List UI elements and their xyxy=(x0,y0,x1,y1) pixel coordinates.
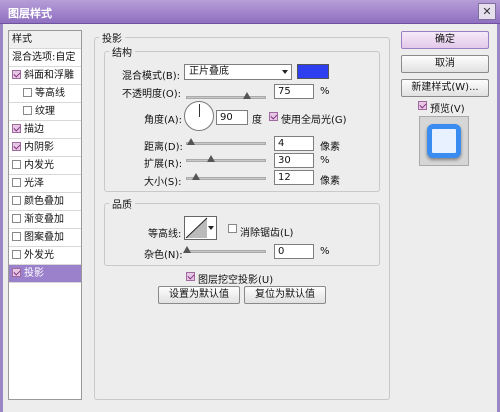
gradient-overlay-checkbox[interactable] xyxy=(12,214,21,223)
distance-label: 距离(D): xyxy=(144,142,183,153)
pattern-overlay-checkbox[interactable] xyxy=(12,232,21,241)
angle-label: 角度(A): xyxy=(144,115,183,126)
chevron-down-icon xyxy=(208,226,214,230)
color-overlay-checkbox[interactable] xyxy=(12,196,21,205)
cancel-button[interactable]: 取消 xyxy=(401,55,489,73)
opacity-slider[interactable] xyxy=(186,92,266,99)
satin-checkbox[interactable] xyxy=(12,178,21,187)
opacity-slider-thumb[interactable] xyxy=(243,92,251,99)
sidebar-item-texture[interactable]: 纹理 xyxy=(9,103,81,121)
spread-slider[interactable] xyxy=(186,155,266,162)
sidebar-item-pattern-overlay[interactable]: 图案叠加 xyxy=(9,229,81,247)
sidebar-item-label: 颜色叠加 xyxy=(24,196,64,207)
contour-label: 等高线: xyxy=(148,229,182,240)
inner-shadow-checkbox[interactable] xyxy=(12,142,21,151)
angle-dial-needle xyxy=(199,104,200,117)
stroke-checkbox[interactable] xyxy=(12,124,21,133)
sidebar-item-label: 描边 xyxy=(24,124,44,135)
sidebar-item-label: 渐变叠加 xyxy=(24,214,64,225)
contour-curve-icon xyxy=(185,217,208,239)
sidebar-item-drop-shadow[interactable]: 投影 xyxy=(9,265,81,283)
sidebar-item-label: 图案叠加 xyxy=(24,232,64,243)
size-slider-thumb[interactable] xyxy=(192,173,200,180)
sidebar-item-label: 斜面和浮雕 xyxy=(24,70,74,81)
sidebar-item-label: 等高线 xyxy=(35,88,65,99)
spread-input[interactable]: 30 xyxy=(274,153,314,168)
preview-checkbox[interactable] xyxy=(418,101,427,110)
blend-mode-value: 正片叠底 xyxy=(189,66,229,77)
angle-dial[interactable] xyxy=(184,101,214,131)
noise-slider[interactable] xyxy=(183,246,266,253)
opacity-unit: % xyxy=(320,86,330,97)
size-slider[interactable] xyxy=(186,173,266,180)
sidebar-item-label: 纹理 xyxy=(35,106,55,117)
angle-input[interactable]: 90 xyxy=(216,110,248,125)
noise-slider-thumb[interactable] xyxy=(183,246,191,253)
preview-swatch xyxy=(427,124,461,158)
sidebar-item-bevel[interactable]: 斜面和浮雕 xyxy=(9,67,81,85)
texture-checkbox[interactable] xyxy=(23,106,32,115)
sidebar-item-satin[interactable]: 光泽 xyxy=(9,175,81,193)
spread-slider-thumb[interactable] xyxy=(207,155,215,162)
sidebar-item-label: 内阴影 xyxy=(24,142,54,153)
global-light-checkbox[interactable] xyxy=(269,112,278,121)
distance-input[interactable]: 4 xyxy=(274,136,314,151)
distance-unit: 像素 xyxy=(320,142,340,153)
drop-shadow-title: 投影 xyxy=(102,34,122,45)
sidebar-item-outer-glow[interactable]: 外发光 xyxy=(9,247,81,265)
contour-picker[interactable] xyxy=(184,216,217,240)
ok-button[interactable]: 确定 xyxy=(401,31,489,49)
title-bar: 图层样式 ✕ xyxy=(0,0,500,24)
distance-slider-thumb[interactable] xyxy=(187,138,195,145)
outer-glow-checkbox[interactable] xyxy=(12,250,21,259)
global-light-label: 使用全局光(G) xyxy=(281,115,347,126)
knockout-checkbox[interactable] xyxy=(186,272,195,281)
styles-sidebar: 样式 混合选项:自定 斜面和浮雕 等高线 纹理 描边 内阴影 内发光 光泽 颜色… xyxy=(8,30,82,400)
noise-input[interactable]: 0 xyxy=(274,244,314,259)
distance-slider[interactable] xyxy=(186,138,266,145)
style-preview xyxy=(419,116,469,166)
sidebar-item-label: 光泽 xyxy=(24,178,44,189)
window-title: 图层样式 xyxy=(8,7,52,20)
chevron-down-icon xyxy=(282,70,288,74)
blend-mode-select[interactable]: 正片叠底 xyxy=(184,64,292,80)
sidebar-item-label: 投影 xyxy=(24,268,44,279)
sidebar-item-inner-shadow[interactable]: 内阴影 xyxy=(9,139,81,157)
drop-shadow-checkbox[interactable] xyxy=(12,268,21,277)
antialias-checkbox[interactable] xyxy=(228,224,237,233)
size-label: 大小(S): xyxy=(144,177,182,188)
new-style-button[interactable]: 新建样式(W)... xyxy=(401,79,489,97)
contour-checkbox[interactable] xyxy=(23,88,32,97)
sidebar-item-contour[interactable]: 等高线 xyxy=(9,85,81,103)
spread-unit: % xyxy=(320,155,330,166)
sidebar-item-blend-options[interactable]: 混合选项:自定 xyxy=(9,49,81,67)
structure-title: 结构 xyxy=(112,48,132,59)
opacity-label: 不透明度(O): xyxy=(122,89,182,100)
preview-label: 预览(V) xyxy=(430,104,465,115)
sidebar-item-gradient-overlay[interactable]: 渐变叠加 xyxy=(9,211,81,229)
make-default-button[interactable]: 设置为默认值 xyxy=(158,286,240,304)
spread-label: 扩展(R): xyxy=(144,159,183,170)
size-input[interactable]: 12 xyxy=(274,170,314,185)
blend-color-swatch[interactable] xyxy=(297,64,329,79)
sidebar-item-color-overlay[interactable]: 颜色叠加 xyxy=(9,193,81,211)
blend-mode-label: 混合模式(B): xyxy=(122,71,181,82)
sidebar-item-stroke[interactable]: 描边 xyxy=(9,121,81,139)
knockout-label: 图层挖空投影(U) xyxy=(198,275,274,286)
noise-unit: % xyxy=(320,246,330,257)
opacity-input[interactable]: 75 xyxy=(274,84,314,99)
bevel-checkbox[interactable] xyxy=(12,70,21,79)
noise-label: 杂色(N): xyxy=(144,250,183,261)
sidebar-item-inner-glow[interactable]: 内发光 xyxy=(9,157,81,175)
sidebar-header: 样式 xyxy=(9,31,81,49)
sidebar-item-label: 外发光 xyxy=(24,250,54,261)
quality-title: 品质 xyxy=(112,200,132,211)
close-button[interactable]: ✕ xyxy=(478,3,496,20)
inner-glow-checkbox[interactable] xyxy=(12,160,21,169)
reset-default-button[interactable]: 复位为默认值 xyxy=(244,286,326,304)
angle-unit: 度 xyxy=(252,115,262,126)
size-unit: 像素 xyxy=(320,176,340,187)
antialias-label: 消除锯齿(L) xyxy=(240,228,294,239)
sidebar-item-label: 内发光 xyxy=(24,160,54,171)
